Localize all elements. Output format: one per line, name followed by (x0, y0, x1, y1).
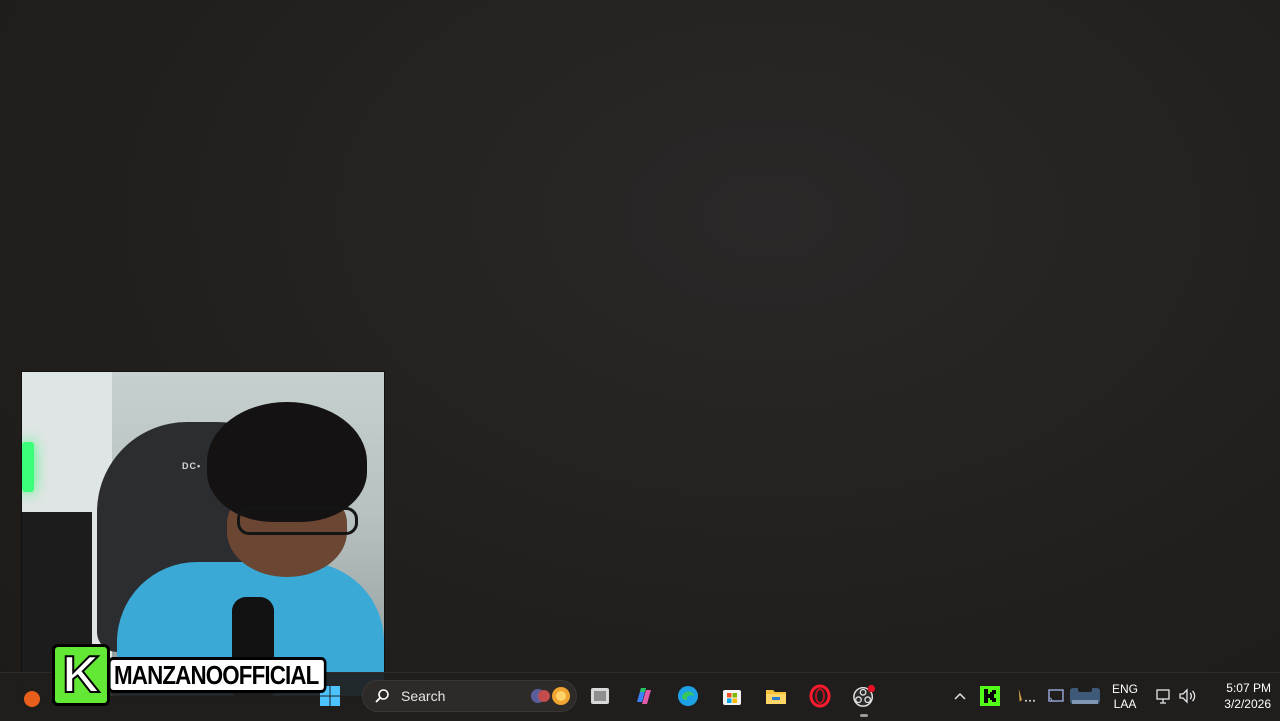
network-icon[interactable] (1152, 684, 1176, 708)
pen-tool-tray-icon[interactable] (1014, 684, 1038, 708)
clock-date: 3/2/2026 (1224, 697, 1271, 711)
obs-running-indicator (860, 714, 868, 717)
store-icon[interactable] (720, 684, 744, 708)
clock-time: 5:07 PM (1226, 681, 1271, 695)
webcam-person-hair (207, 402, 367, 522)
language-code: ENG (1111, 682, 1138, 696)
taskbar-search-box[interactable]: Search (362, 680, 577, 712)
search-icon (371, 685, 393, 707)
edge-icon[interactable] (676, 684, 700, 708)
chevron-up-icon[interactable] (948, 684, 972, 708)
webcam-green-light (22, 442, 34, 492)
streamer-badge: K MANZANOOFFICIAL (52, 643, 362, 707)
game-tray-icon[interactable] (1068, 684, 1102, 708)
language-indicator[interactable]: ENG LAA (1108, 682, 1142, 712)
kick-logo-icon: K (52, 644, 110, 706)
file-explorer-icon[interactable] (764, 684, 788, 708)
copilot-icon[interactable] (632, 684, 656, 708)
taskbar-clock[interactable]: 5:07 PM 3/2/2026 (1207, 680, 1271, 712)
webcam-person-glasses (237, 507, 358, 535)
cast-tray-icon[interactable] (1044, 684, 1068, 708)
streamer-name: MANZANOOFFICIAL (108, 657, 327, 693)
keyboard-layout: LAA (1113, 697, 1137, 711)
task-view-icon[interactable] (588, 684, 612, 708)
volume-icon[interactable] (1176, 684, 1200, 708)
search-label: Search (401, 688, 446, 704)
widgets-icon[interactable] (20, 684, 44, 708)
opera-icon[interactable] (808, 684, 832, 708)
obs-icon[interactable] (852, 684, 876, 708)
kick-tray-icon[interactable] (978, 684, 1002, 708)
webcam-chair-brand: DC• (182, 461, 202, 471)
search-highlight-icon (530, 685, 572, 707)
